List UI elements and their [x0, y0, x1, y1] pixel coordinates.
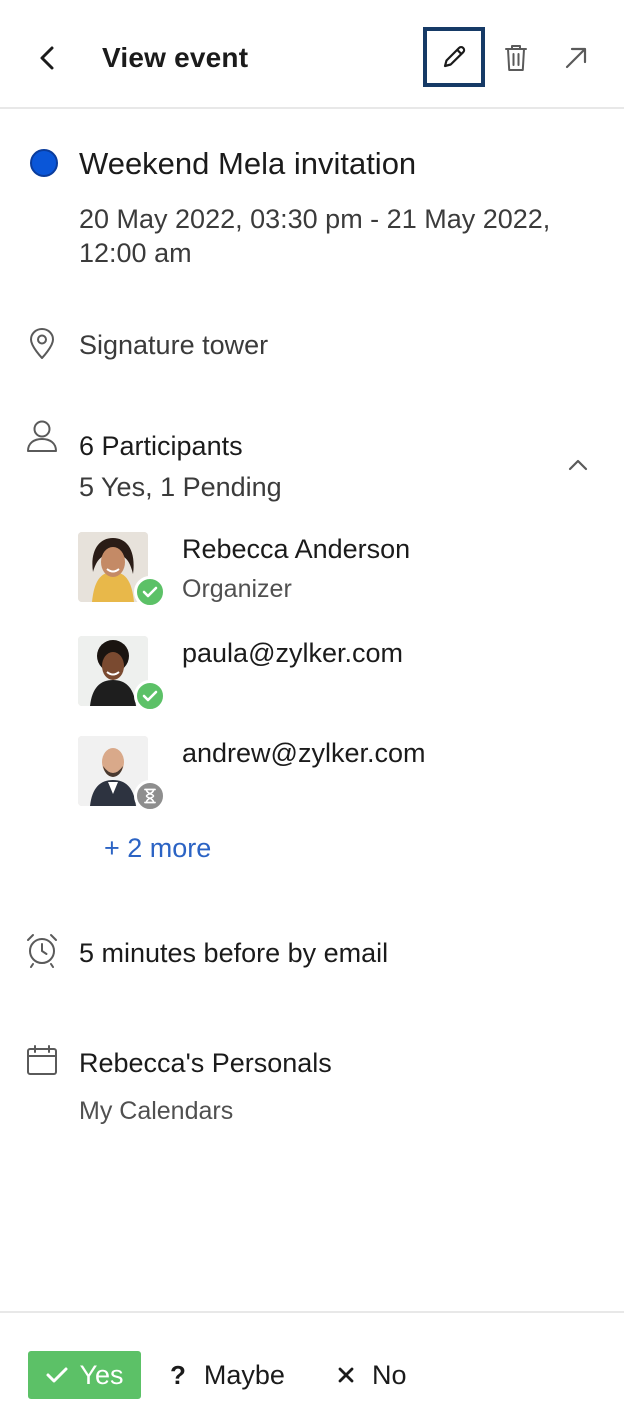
participant-item[interactable]: paula@zylker.com	[78, 636, 598, 716]
open-in-new-button[interactable]	[556, 38, 596, 78]
event-time: 20 May 2022, 03:30 pm - 21 May 2022, 12:…	[79, 204, 551, 268]
edit-button[interactable]	[423, 27, 485, 87]
status-pending-badge	[134, 780, 166, 812]
collapse-participants-button[interactable]	[560, 450, 596, 480]
participant-name: Rebecca Anderson	[182, 534, 411, 564]
rsvp-yes-label: Yes	[79, 1359, 124, 1390]
rsvp-yes-button[interactable]: Yes	[28, 1351, 141, 1399]
pencil-icon	[443, 46, 466, 68]
app-header: View event	[0, 0, 624, 109]
rsvp-maybe-button[interactable]: ? Maybe	[170, 1351, 285, 1399]
chevron-up-icon	[568, 459, 588, 471]
person-icon	[24, 418, 60, 454]
close-icon	[338, 1367, 354, 1383]
trash-icon	[505, 45, 527, 71]
participants-summary: 5 Yes, 1 Pending	[79, 472, 282, 502]
participant-item[interactable]: andrew@zylker.com	[78, 736, 598, 816]
event-title: Weekend Mela invitation	[79, 146, 417, 181]
event-color-dot	[30, 149, 58, 177]
page-title: View event	[102, 42, 249, 73]
reminder-text: 5 minutes before by email	[79, 938, 389, 968]
show-more-participants-link[interactable]: + 2 more	[104, 833, 211, 864]
map-pin-icon	[24, 326, 60, 362]
arrow-up-right-icon	[565, 47, 587, 69]
check-icon	[142, 690, 158, 702]
status-accepted-badge	[134, 680, 166, 712]
event-location: Signature tower	[79, 330, 269, 360]
participants-count: 6 Participants	[79, 431, 243, 461]
check-icon	[46, 1367, 68, 1383]
participant-role: Organizer	[182, 575, 292, 603]
participant-item[interactable]: Rebecca Anderson Organizer	[78, 532, 598, 612]
delete-button[interactable]	[496, 38, 536, 78]
participant-name: paula@zylker.com	[182, 638, 403, 668]
rsvp-no-label: No	[372, 1359, 407, 1390]
calendar-icon	[24, 1042, 60, 1078]
hourglass-icon	[144, 788, 156, 804]
back-button[interactable]	[28, 38, 68, 78]
check-icon	[142, 586, 158, 598]
rsvp-maybe-label: Maybe	[203, 1359, 285, 1390]
calendar-name: Rebecca's Personals	[79, 1048, 332, 1078]
status-accepted-badge	[134, 576, 166, 608]
chevron-left-icon	[40, 46, 54, 70]
rsvp-no-button[interactable]: No	[336, 1351, 407, 1399]
participant-name: andrew@zylker.com	[182, 738, 426, 768]
question-mark-icon: ?	[170, 1359, 186, 1390]
rsvp-bar: Yes ? Maybe No	[0, 1311, 624, 1416]
calendar-group: My Calendars	[79, 1097, 234, 1125]
alarm-clock-icon	[24, 932, 60, 968]
